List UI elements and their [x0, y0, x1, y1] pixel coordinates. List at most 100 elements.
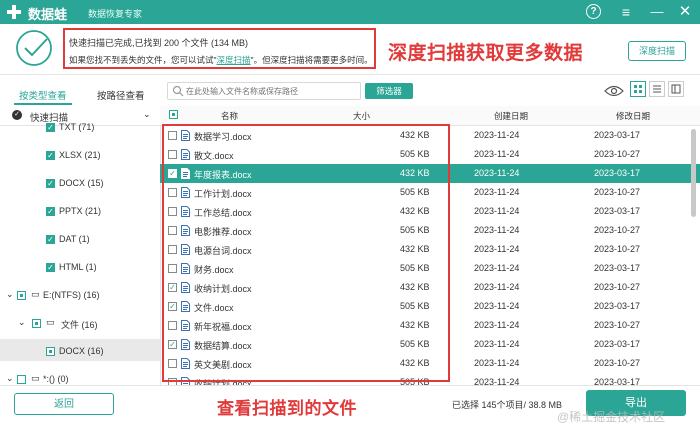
table-row[interactable]: 散文.docx 505 KB 2023-11-24 2023-10-27 [160, 145, 700, 164]
tree-item[interactable]: ✓ DOCX (15) [0, 175, 160, 195]
detail-view-icon[interactable] [668, 81, 684, 97]
file-name: 工作总结.docx [194, 208, 252, 218]
help-icon[interactable]: ? [586, 4, 601, 19]
close-icon[interactable]: ✕ [676, 3, 694, 21]
tree-item-checkbox[interactable]: ✓ [46, 179, 55, 188]
row-checkbox[interactable]: ✓ [168, 302, 177, 311]
tree-item[interactable]: ✓ DAT (1) [0, 231, 160, 251]
file-name: 数据结算.docx [194, 341, 252, 351]
scrollbar-thumb[interactable] [691, 129, 696, 217]
row-checkbox[interactable] [168, 150, 177, 159]
docx-file-icon [181, 206, 190, 217]
tree-item[interactable]: ✓ HTML (1) [0, 259, 160, 279]
tree-item-checkbox[interactable] [17, 291, 26, 300]
tree-item-checkbox[interactable] [17, 375, 26, 384]
row-checkbox[interactable] [168, 207, 177, 216]
list-view-icon[interactable] [649, 81, 665, 97]
table-row[interactable]: ✓ 数据结算.docx 505 KB 2023-11-24 2023-03-17 [160, 335, 700, 354]
row-checkbox[interactable] [168, 188, 177, 197]
table-row[interactable]: ✓ 文件.docx 505 KB 2023-11-24 2023-03-17 [160, 297, 700, 316]
row-checkbox[interactable] [168, 359, 177, 368]
tree-item-checkbox[interactable]: ✓ [46, 235, 55, 244]
tree-item[interactable]: ✓ PPTX (21) [0, 203, 160, 223]
menu-icon[interactable]: ≡ [617, 3, 635, 21]
tree-item[interactable]: ✓ XLSX (21) [0, 147, 160, 167]
row-checkbox[interactable] [168, 131, 177, 140]
row-checkbox[interactable] [168, 226, 177, 235]
deep-scan-link[interactable]: 深度扫描 [217, 55, 251, 65]
minimize-icon[interactable]: — [648, 3, 666, 21]
tree-item-label: DOCX (16) [59, 346, 104, 356]
search-input[interactable] [186, 84, 356, 98]
tree-item-label: DOCX (15) [59, 178, 104, 188]
eye-icon[interactable] [604, 84, 624, 98]
docx-file-icon [181, 339, 190, 350]
chevron-down-icon[interactable]: ⌄ [18, 317, 26, 328]
table-row[interactable]: ✓ 年度报表.docx 432 KB 2023-11-24 2023-03-17 [160, 164, 700, 183]
tree-item-checkbox[interactable] [32, 319, 41, 328]
file-modified-date: 2023-03-17 [594, 206, 641, 216]
grid-view-icon[interactable] [630, 81, 646, 97]
deep-scan-button[interactable]: 深度扫描 [628, 41, 686, 61]
tree-item-label: PPTX (21) [59, 206, 102, 216]
file-created-date: 2023-11-24 [474, 206, 520, 216]
file-name: 电影推荐.docx [194, 227, 252, 237]
app-logo-icon [7, 5, 21, 19]
file-modified-date: 2023-10-27 [594, 358, 641, 368]
table-row[interactable]: 收纳计划.docx 505 KB 2023-11-24 2023-03-17 [160, 373, 700, 385]
annotation-deep-scan: 深度扫描获取更多数据 [388, 43, 584, 64]
app-subtitle: 数据恢复专家 [88, 9, 143, 19]
row-checkbox[interactable] [168, 264, 177, 273]
chevron-down-icon[interactable]: ⌄ [6, 289, 14, 300]
app-name: 数据蛙 [28, 7, 68, 22]
row-checkbox[interactable]: ✓ [168, 340, 177, 349]
file-created-date: 2023-11-24 [474, 320, 520, 330]
table-row[interactable]: 工作总结.docx 432 KB 2023-11-24 2023-03-17 [160, 202, 700, 221]
row-checkbox[interactable]: ✓ [168, 169, 177, 178]
deep-scan-hint: 如果您找不到丢失的文件，您可以试试"深度扫描"。但深度扫描将需要更多时间。 [69, 55, 373, 65]
tree-item-checkbox[interactable]: ✓ [46, 123, 55, 132]
tree-item[interactable]: ⌄ ▭ E:(NTFS) (16) [0, 287, 160, 307]
table-row[interactable]: 财务.docx 505 KB 2023-11-24 2023-03-17 [160, 259, 700, 278]
tree-item-checkbox[interactable] [46, 347, 55, 356]
row-checkbox[interactable] [168, 245, 177, 254]
table-row[interactable]: 数据学习.docx 432 KB 2023-11-24 2023-03-17 [160, 126, 700, 145]
filter-button[interactable]: 筛选器 [365, 83, 413, 99]
file-modified-date: 2023-10-27 [594, 244, 641, 254]
col-modified[interactable]: 修改日期 [616, 110, 650, 122]
chevron-down-icon[interactable]: ⌄ [6, 373, 14, 384]
table-row[interactable]: 新年祝福.docx 432 KB 2023-11-24 2023-10-27 [160, 316, 700, 335]
docx-file-icon [181, 225, 190, 236]
file-name: 散文.docx [194, 151, 234, 161]
tree-item-checkbox[interactable]: ✓ [46, 207, 55, 216]
tree-item-checkbox[interactable]: ✓ [46, 151, 55, 160]
file-size: 432 KB [400, 206, 430, 216]
col-size[interactable]: 大小 [353, 110, 370, 122]
tree-item-label: DAT (1) [59, 234, 90, 244]
table-row[interactable]: 工作计划.docx 505 KB 2023-11-24 2023-10-27 [160, 183, 700, 202]
select-all-checkbox[interactable] [169, 110, 178, 119]
file-modified-date: 2023-10-27 [594, 187, 641, 197]
row-checkbox[interactable] [168, 378, 177, 385]
docx-file-icon [181, 377, 190, 385]
col-created[interactable]: 创建日期 [494, 110, 528, 122]
col-name[interactable]: 名称 [221, 110, 238, 122]
tab-by-type[interactable]: 按类型查看 [19, 88, 67, 102]
tree-item[interactable]: ⌄ ▭ 文件 (16) [0, 315, 160, 335]
tree-item-checkbox[interactable]: ✓ [46, 263, 55, 272]
table-row[interactable]: 电影推荐.docx 505 KB 2023-11-24 2023-10-27 [160, 221, 700, 240]
tree-item[interactable]: DOCX (16) [0, 343, 160, 363]
table-row[interactable]: ✓ 收纳计划.docx 432 KB 2023-11-24 2023-10-27 [160, 278, 700, 297]
tab-by-path[interactable]: 按路径查看 [97, 88, 145, 102]
back-button[interactable]: 返回 [14, 393, 114, 415]
tree-item[interactable]: ✓ TXT (71) [0, 119, 160, 139]
file-size: 432 KB [400, 244, 430, 254]
file-modified-date: 2023-03-17 [594, 130, 641, 140]
file-created-date: 2023-11-24 [474, 225, 520, 235]
tree-item[interactable]: ⌄ ▭ *:() (0) [0, 371, 160, 385]
row-checkbox[interactable]: ✓ [168, 283, 177, 292]
drive-icon: ▭ [31, 373, 40, 383]
table-row[interactable]: 英文美剧.docx 432 KB 2023-11-24 2023-10-27 [160, 354, 700, 373]
table-row[interactable]: 电源台词.docx 432 KB 2023-11-24 2023-10-27 [160, 240, 700, 259]
row-checkbox[interactable] [168, 321, 177, 330]
